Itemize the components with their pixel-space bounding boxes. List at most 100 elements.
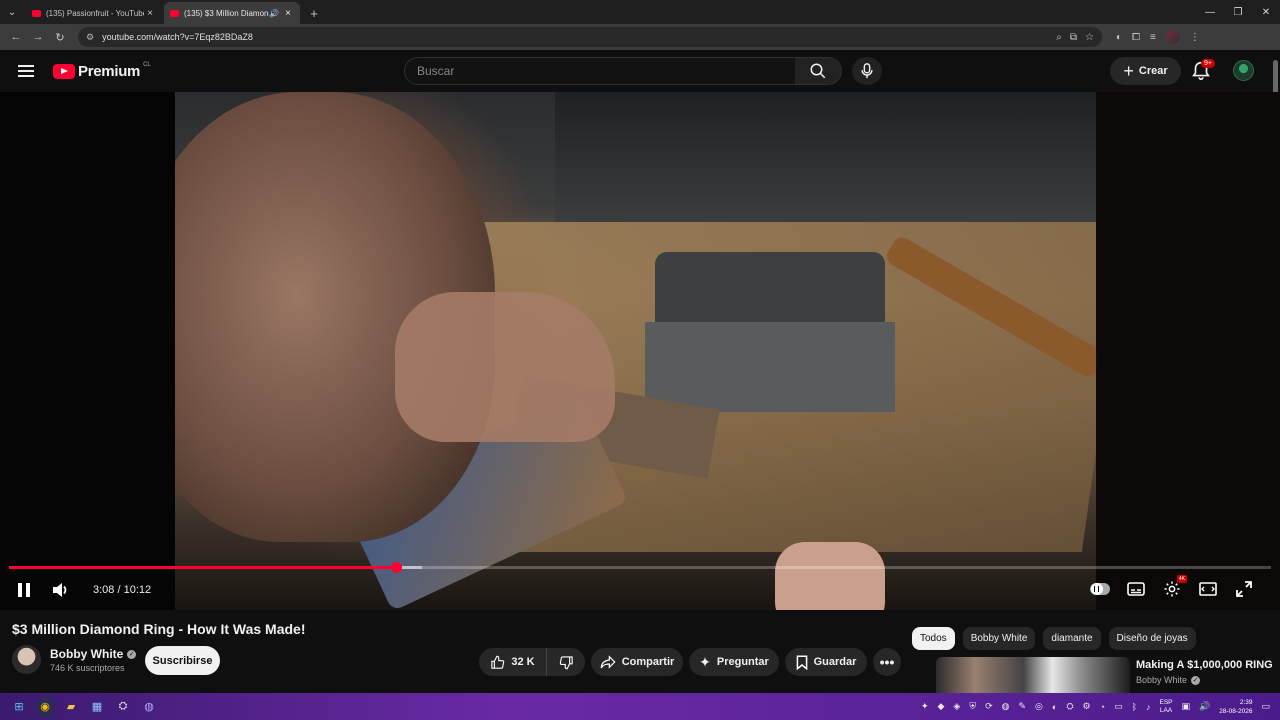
progress-bar[interactable] <box>9 562 1271 573</box>
dislike-button[interactable] <box>547 655 585 670</box>
copilot-icon[interactable]: ✦ <box>921 701 929 712</box>
channel-name[interactable]: Bobby White <box>50 647 123 661</box>
search-input[interactable] <box>417 64 795 78</box>
profile-avatar[interactable] <box>1165 30 1180 44</box>
site-info-icon[interactable]: ⚙ <box>86 32 94 43</box>
audio-playing-icon[interactable]: 🔊 <box>269 9 279 18</box>
chip-diseno-de-joyas[interactable]: Diseño de joyas <box>1108 627 1196 650</box>
theater-mode-button[interactable] <box>1198 579 1218 599</box>
chip-bobby-white[interactable]: Bobby White <box>962 627 1036 650</box>
video-frame[interactable] <box>175 92 1096 610</box>
extension-icon[interactable]: ◐ <box>1116 32 1122 43</box>
tab-search-chevron-icon[interactable]: ⌄ <box>0 0 24 24</box>
microphone-tray-icon[interactable]: ♪ <box>1146 702 1151 712</box>
verified-check-icon: ✓ <box>127 649 137 659</box>
url-text[interactable]: youtube.com/watch?v=7Eqz82BDaZ8 <box>102 32 1056 42</box>
browser-tab-passionfruit[interactable]: (135) Passionfruit - YouTube × <box>26 2 162 24</box>
install-app-icon[interactable]: ⧉ <box>1070 32 1077 43</box>
extensions-puzzle-icon[interactable]: ⧠ <box>1132 32 1140 43</box>
chrome-icon[interactable]: ◉ <box>35 696 55 717</box>
feather-icon[interactable]: ✎ <box>1019 701 1027 712</box>
zoom-icon[interactable]: ⌕ <box>1056 32 1062 43</box>
search-button[interactable] <box>795 57 842 85</box>
steam-tray-icon[interactable]: ⛭ <box>1066 701 1073 712</box>
voice-search-button[interactable] <box>852 57 882 85</box>
youtube-play-logo-icon <box>53 64 75 79</box>
shield-icon[interactable]: ◐ <box>1052 702 1057 712</box>
ask-button[interactable]: ✦ Preguntar <box>689 648 779 676</box>
like-button[interactable]: 32 K <box>479 648 547 676</box>
file-explorer-icon[interactable]: ▰ <box>61 697 81 717</box>
share-button[interactable]: Compartir <box>591 648 683 676</box>
more-horizontal-icon: ••• <box>879 654 895 670</box>
close-tab-icon[interactable]: × <box>282 8 294 19</box>
account-avatar[interactable] <box>1233 60 1254 81</box>
maximize-icon[interactable]: ❐ <box>1224 0 1252 24</box>
window-controls: — ❐ ✕ <box>1196 0 1280 24</box>
nvidia-icon[interactable]: ◈ <box>953 701 960 712</box>
omnibox[interactable]: ⚙ youtube.com/watch?v=7Eqz82BDaZ8 ⌕ ⧉ ☆ <box>78 27 1102 47</box>
discord-tray-icon[interactable]: ◍ <box>1002 701 1010 712</box>
create-button[interactable]: + Crear <box>1110 57 1181 85</box>
settings-button[interactable]: 4K <box>1162 575 1187 599</box>
played-bar <box>9 566 397 569</box>
sync-icon[interactable]: ⟳ <box>985 701 993 712</box>
keyboard-layout: LAA <box>1159 706 1173 714</box>
vpn-icon[interactable]: ◎ <box>1035 701 1043 712</box>
discord-icon[interactable]: ◍ <box>139 697 159 717</box>
chip-diamante[interactable]: diamante <box>1043 627 1101 650</box>
letterbox-left <box>0 92 175 610</box>
youtube-premium-logo[interactable]: Premium CL <box>53 62 151 80</box>
browser-tab-diamond-ring[interactable]: (135) $3 Million Diamond R 🔊 × <box>164 2 300 24</box>
video-player[interactable]: 3:08 / 10:12 4K <box>0 92 1280 610</box>
recommended-channel-row[interactable]: Bobby White ✓ <box>1136 675 1201 685</box>
media-controls-icon[interactable]: ≡ <box>1150 32 1156 43</box>
clock[interactable]: 2:39 28-08-2026 <box>1219 698 1252 716</box>
more-actions-button[interactable]: ••• <box>873 648 901 676</box>
close-tab-icon[interactable]: × <box>144 8 156 19</box>
forward-icon[interactable]: → <box>28 27 48 47</box>
notifications-tray-icon[interactable]: ▭ <box>1261 701 1270 712</box>
store-icon[interactable]: ▦ <box>87 697 107 717</box>
subscribe-button[interactable]: Suscribirse <box>145 646 220 675</box>
pause-icon <box>18 583 30 597</box>
quality-badge: 4K <box>1176 575 1187 583</box>
pause-button[interactable] <box>14 580 34 600</box>
reload-icon[interactable]: ↻ <box>50 27 70 47</box>
volume-icon <box>53 583 67 597</box>
bookmark-icon <box>796 655 807 670</box>
recommended-video-title[interactable]: Making A $1,000,000 RING <box>1136 659 1273 671</box>
browser-menu-icon[interactable]: ⋮ <box>1190 32 1200 43</box>
recommended-channel-name[interactable]: Bobby White <box>1136 675 1187 685</box>
recommended-video-thumbnail[interactable] <box>936 657 1130 693</box>
defender-icon[interactable]: ⛨ <box>969 701 976 712</box>
minimize-icon[interactable]: — <box>1196 0 1224 24</box>
network-icon[interactable]: ▣ <box>1182 701 1191 712</box>
subtitles-button[interactable] <box>1126 579 1146 599</box>
bookmark-star-icon[interactable]: ☆ <box>1085 32 1094 43</box>
channel-name-row[interactable]: Bobby White ✓ <box>50 647 137 661</box>
like-count: 32 K <box>511 656 535 668</box>
steam-icon[interactable]: ⛭ <box>113 697 133 717</box>
volume-button[interactable] <box>51 580 71 600</box>
close-window-icon[interactable]: ✕ <box>1252 0 1280 24</box>
bluetooth-icon[interactable]: ᛒ <box>1132 702 1137 712</box>
subscriber-count: 746 K suscriptores <box>50 663 125 673</box>
wifi-icon[interactable]: ◔ <box>1100 702 1105 712</box>
chip-todos[interactable]: Todos <box>912 627 955 650</box>
save-button[interactable]: Guardar <box>785 648 867 676</box>
time-display: 3:08 / 10:12 <box>93 584 152 596</box>
youtube-header: Premium CL + Crear <box>0 50 1280 92</box>
cast-icon[interactable]: ▭ <box>1114 701 1123 712</box>
fullscreen-button[interactable] <box>1234 579 1254 599</box>
new-tab-button[interactable]: + <box>304 2 324 24</box>
menu-icon[interactable] <box>18 65 34 77</box>
channel-avatar[interactable] <box>12 645 41 674</box>
back-icon[interactable]: ← <box>6 27 26 47</box>
tray-app-icon[interactable]: ◆ <box>937 701 944 712</box>
autoplay-toggle[interactable] <box>1090 579 1110 599</box>
windows-start-icon[interactable]: ⊞ <box>9 697 29 717</box>
input-language[interactable]: ESP LAA <box>1159 699 1172 715</box>
speaker-icon[interactable]: 🔊 <box>1199 701 1210 712</box>
settings-tray-icon[interactable]: ⚙ <box>1083 701 1091 712</box>
